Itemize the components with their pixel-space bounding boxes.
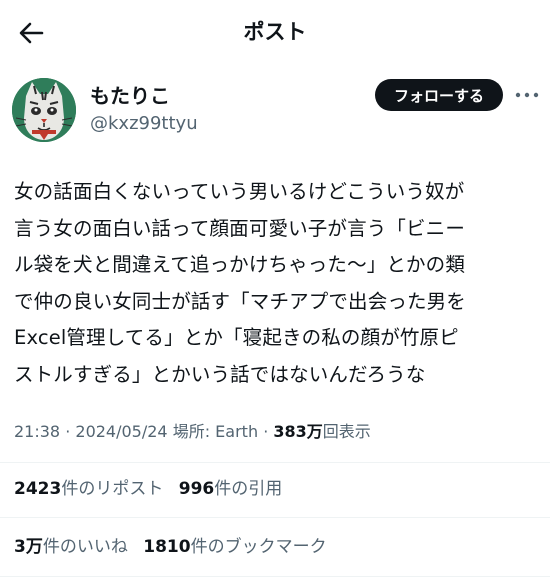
likes-label: 件のいいね xyxy=(42,537,128,557)
reposts-count: 2423 xyxy=(14,479,62,499)
quotes-count: 996 xyxy=(178,479,215,499)
cat-avatar-icon xyxy=(12,78,76,142)
author-name[interactable]: もたりこ xyxy=(90,84,170,108)
bookmarks-label: 件のブックマーク xyxy=(190,537,327,557)
views-count: 383万 xyxy=(273,422,323,441)
tweet-line: ル袋を犬と間違えて追っかけちゃった〜」とかの類 xyxy=(14,253,465,276)
tweet-line: Excel管理してる」とか「寝起きの私の顔が竹原ピ xyxy=(14,326,459,349)
tweet-text: 女の話面白くないっていう男いるけどこういう奴が 言う女の面白い話って顔面可愛い子… xyxy=(14,174,544,393)
post-location: 場所: Earth xyxy=(172,422,259,441)
top-bar: ポスト xyxy=(0,0,550,64)
tweet-meta: 21:38 · 2024/05/24 場所: Earth · 383万回表示 xyxy=(14,421,371,443)
avatar[interactable] xyxy=(12,78,76,142)
more-options-button[interactable] xyxy=(514,86,540,104)
tweet-line: 女の話面白くないっていう男いるけどこういう奴が xyxy=(14,180,465,203)
page-title: ポスト xyxy=(243,20,307,44)
reposts-label: 件のリポスト xyxy=(61,479,164,499)
post-date[interactable]: 2024/05/24 xyxy=(75,422,167,441)
author-row: もたりこ @kxz99ttyu フォローする xyxy=(0,78,550,142)
divider xyxy=(0,517,550,518)
views-label: 回表示 xyxy=(322,422,371,441)
engagement-row: 3万件のいいね 1810件のブックマーク xyxy=(14,535,327,559)
separator-dot: · xyxy=(65,422,71,441)
separator-dot: · xyxy=(263,422,269,441)
likes-count: 3万 xyxy=(14,537,43,557)
engagement-row: 2423件のリポスト 996件の引用 xyxy=(14,477,282,501)
divider xyxy=(0,576,550,577)
bookmarks-link[interactable]: 1810件のブックマーク xyxy=(143,537,326,557)
quotes-link[interactable]: 996件の引用 xyxy=(179,479,283,499)
reposts-link[interactable]: 2423件のリポスト xyxy=(14,479,163,499)
likes-link[interactable]: 3万件のいいね xyxy=(14,537,128,557)
tweet-line: 言う女の面白い話って顔面可愛い子が言う「ビニー xyxy=(14,216,465,240)
more-horizontal-icon xyxy=(515,92,539,98)
author-handle[interactable]: @kxz99ttyu xyxy=(90,112,198,136)
tweet-line: ストルすぎる」とかいう話ではないんだろうな xyxy=(14,362,426,386)
post-time[interactable]: 21:38 xyxy=(14,422,60,441)
divider xyxy=(0,462,550,463)
bookmarks-count: 1810 xyxy=(143,537,191,557)
tweet-line: で仲の良い女同士が話す「マチアプで出会った男を xyxy=(14,289,466,313)
follow-button[interactable]: フォローする xyxy=(375,79,503,111)
quotes-label: 件の引用 xyxy=(214,479,283,499)
